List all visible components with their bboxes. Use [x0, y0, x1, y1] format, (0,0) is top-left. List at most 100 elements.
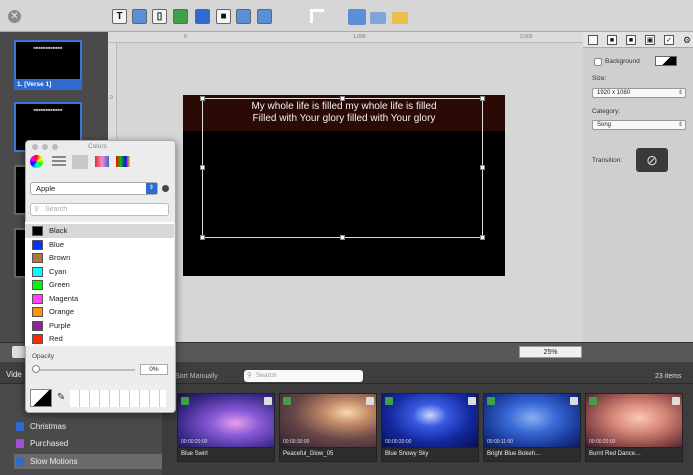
media-clip[interactable]: 00:00:20:00 Blue Snowy Sky	[381, 393, 479, 462]
library-item-purchased[interactable]: Purchased	[14, 436, 164, 451]
media-clip[interactable]: 00:00:20:00 Blue Swirl	[177, 393, 275, 462]
corner-icon[interactable]	[310, 9, 324, 23]
color-list-item[interactable]: Brown	[25, 251, 174, 265]
add-icon[interactable]	[12, 346, 26, 358]
color-swatch	[32, 334, 43, 344]
size-label: Size:	[592, 75, 607, 82]
background-label: Background	[605, 58, 640, 65]
background-checkbox[interactable]	[594, 58, 602, 66]
palettes-icon[interactable]	[72, 155, 88, 169]
media-type-icon	[385, 397, 393, 405]
media-icon[interactable]	[173, 9, 188, 24]
resize-handle[interactable]	[340, 235, 345, 240]
close-icon[interactable]: ✕	[8, 10, 21, 23]
shape-icon[interactable]: ▯	[152, 9, 167, 24]
folder-icon	[16, 422, 24, 431]
media-clip[interactable]: 00:00:20:00 Burnt Red Dance…	[585, 393, 683, 462]
colors-search-placeholder: Search	[45, 206, 68, 213]
layers-icon[interactable]	[348, 9, 366, 25]
clip-name: Bright Blue Bokeh…	[484, 448, 580, 461]
film-icon[interactable]: ■	[607, 35, 617, 45]
window-minimize-icon[interactable]	[42, 144, 48, 150]
transition-label: Transition:	[592, 157, 623, 164]
palette-options-icon[interactable]	[162, 185, 169, 192]
color-list-item[interactable]: Green	[25, 278, 174, 292]
grid-icon[interactable]: ■	[626, 35, 636, 45]
library-item-christmas[interactable]: Christmas	[14, 419, 164, 434]
swatch-grid[interactable]	[70, 390, 166, 407]
sliders-icon[interactable]	[52, 156, 66, 167]
size-select[interactable]: 1920 x 1080 ⇕	[592, 88, 686, 98]
media-clip[interactable]: 00:00:30:00 Peaceful_Glow_05	[279, 393, 377, 462]
document-icon[interactable]	[588, 35, 598, 45]
resize-handle[interactable]	[480, 165, 485, 170]
resize-handle[interactable]	[200, 235, 205, 240]
selection-box[interactable]	[202, 98, 483, 238]
layers-icon[interactable]	[370, 12, 386, 24]
color-list-item[interactable]: Orange	[25, 305, 174, 319]
colors-title: Colors	[88, 143, 107, 150]
clip-action-icon[interactable]	[672, 397, 680, 405]
clip-action-icon[interactable]	[468, 397, 476, 405]
resize-handle[interactable]	[200, 165, 205, 170]
color-wheel-icon[interactable]	[30, 155, 43, 168]
opacity-slider[interactable]	[35, 369, 135, 371]
image-icon[interactable]	[132, 9, 147, 24]
slides-icon[interactable]	[236, 9, 251, 24]
background-color-well[interactable]	[655, 56, 677, 66]
opacity-slider-thumb[interactable]	[32, 365, 40, 373]
edit-icon[interactable]: ✓	[664, 35, 674, 45]
clip-duration: 00:00:30:00	[283, 439, 310, 445]
media-search-input[interactable]: ⚲ Search	[244, 370, 363, 382]
color-list-item[interactable]: Purple	[25, 319, 174, 333]
resize-handle[interactable]	[200, 96, 205, 101]
current-color-well[interactable]	[30, 389, 52, 407]
web-icon[interactable]	[195, 9, 210, 24]
library-item-label: Purchased	[30, 439, 69, 448]
resize-handle[interactable]	[480, 235, 485, 240]
clip-action-icon[interactable]	[366, 397, 374, 405]
category-value: Song	[597, 122, 612, 128]
resize-handle[interactable]	[480, 96, 485, 101]
library-item-slow-motions[interactable]: Slow Motions	[14, 454, 164, 469]
palette-value: Apple	[36, 184, 56, 193]
text-icon[interactable]: T	[112, 9, 127, 24]
category-select[interactable]: Song ⇕	[592, 120, 686, 130]
layout-icon[interactable]: ▣	[645, 35, 655, 45]
folder-icon[interactable]	[392, 12, 408, 24]
pencils-icon[interactable]	[116, 156, 130, 167]
eyedropper-icon[interactable]: ✎	[57, 392, 65, 403]
media-type-icon	[283, 397, 291, 405]
clip-action-icon[interactable]	[264, 397, 272, 405]
no-transition-icon[interactable]: ⊘	[636, 148, 668, 172]
color-name: Magenta	[49, 293, 79, 303]
opacity-field[interactable]: 0%	[140, 364, 168, 375]
window-close-icon[interactable]	[32, 144, 38, 150]
chevron-updown-icon: ⇕	[677, 122, 683, 128]
clip-duration: 00:00:11:00	[487, 439, 514, 445]
color-list-item[interactable]: Magenta	[25, 292, 174, 306]
ruler-horizontal: 0 1,000 2,000	[108, 32, 583, 43]
colors-search-input[interactable]: ⚲ Search	[30, 203, 169, 216]
camera-icon[interactable]: ■	[216, 9, 231, 24]
color-list-item[interactable]: Blue	[25, 238, 174, 252]
zoom-select[interactable]: 25%	[519, 346, 582, 358]
image-palette-icon[interactable]	[95, 156, 109, 167]
clip-name: Peaceful_Glow_05	[280, 448, 376, 461]
media-clip[interactable]: 00:00:11:00 Bright Blue Bokeh…	[483, 393, 581, 462]
color-list-item[interactable]: Cyan	[25, 265, 174, 279]
palette-select[interactable]: Apple ⇕	[30, 182, 158, 195]
search-icon: ⚲	[34, 206, 40, 213]
resize-handle[interactable]	[340, 96, 345, 101]
gear-icon[interactable]: ⚙	[683, 35, 691, 46]
clip-action-icon[interactable]	[570, 397, 578, 405]
color-list-item[interactable]: Red	[25, 332, 174, 346]
media-type-icon	[487, 397, 495, 405]
color-list-item[interactable]: Black	[25, 224, 174, 238]
sort-menu[interactable]: Sort Manually	[175, 373, 218, 380]
size-value: 1920 x 1080	[597, 90, 631, 96]
media-header-label: Vide	[6, 370, 22, 379]
zoom-value: 25%	[543, 349, 558, 356]
window-zoom-icon[interactable]	[52, 144, 58, 150]
textbox-icon[interactable]	[257, 9, 272, 24]
